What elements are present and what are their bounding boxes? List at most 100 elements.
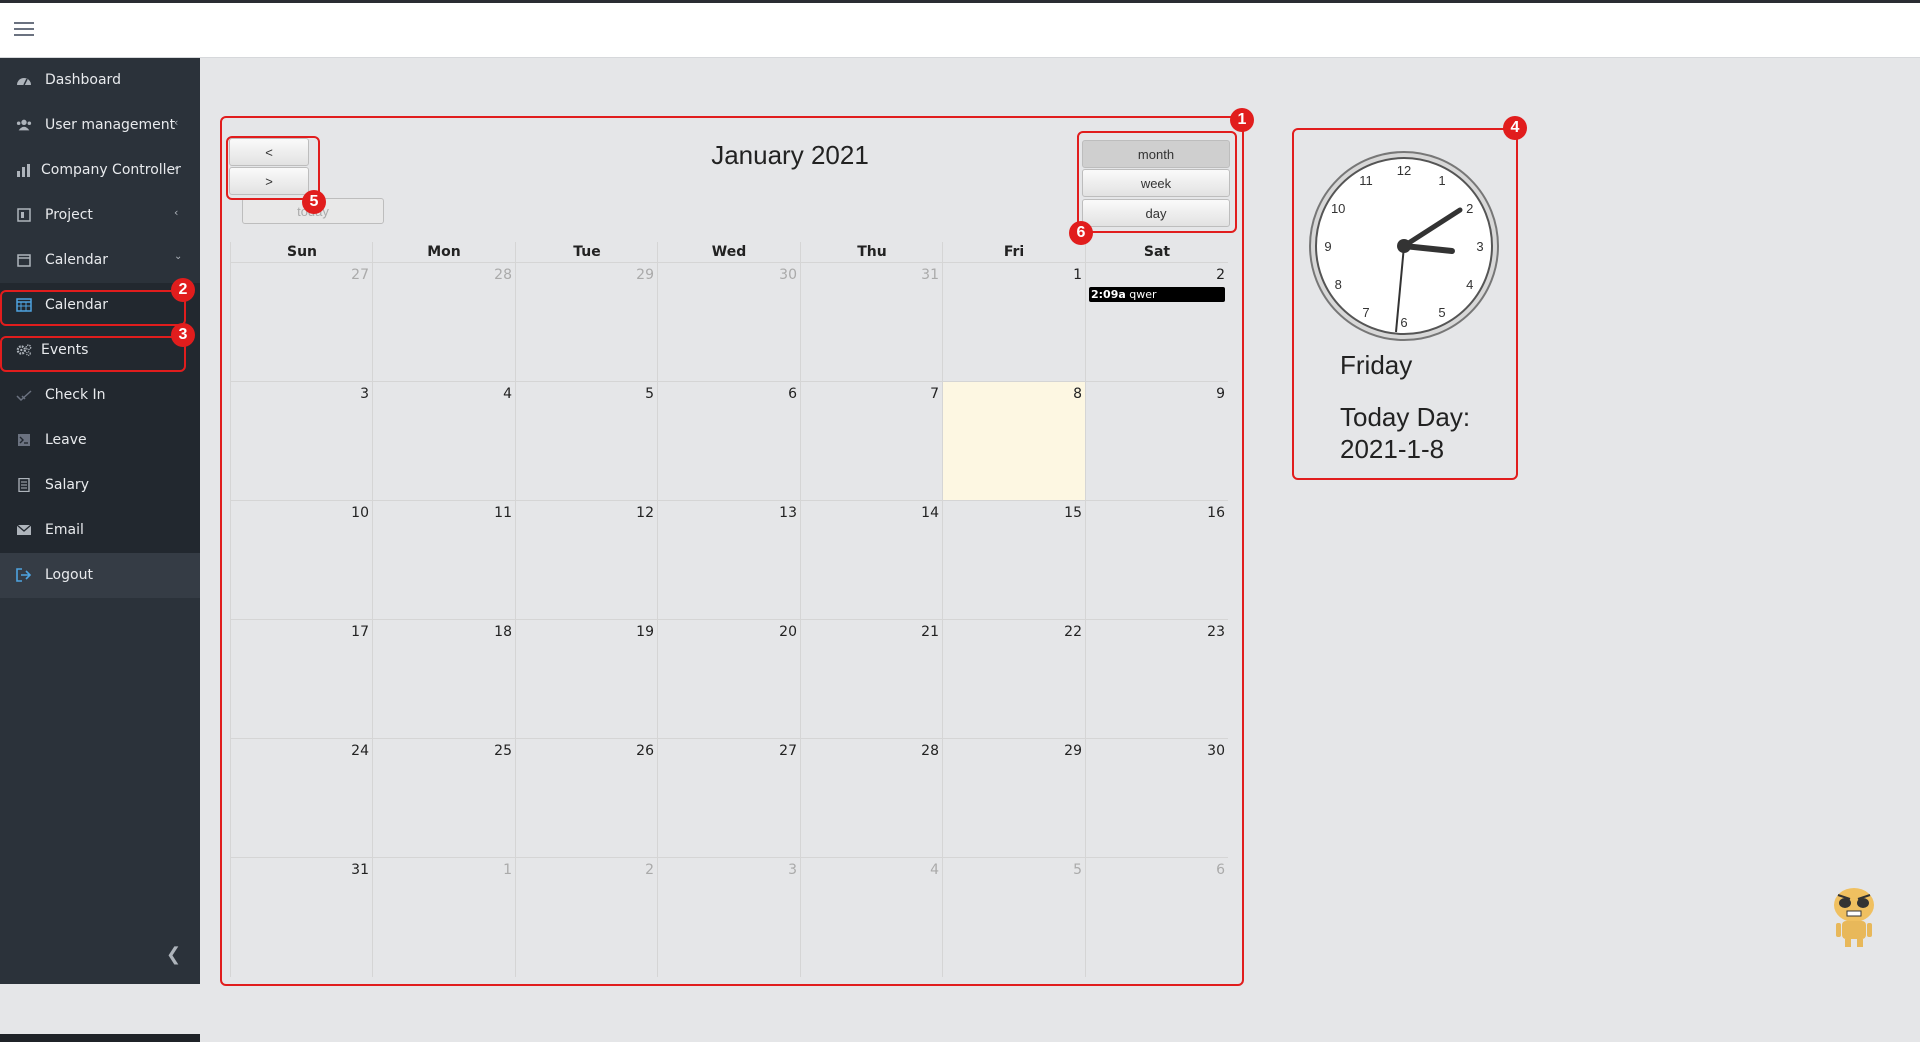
sidebar-footer-strip — [0, 1034, 200, 1042]
day-cell[interactable]: 2 2:09a qwer — [1085, 263, 1229, 382]
day-cell[interactable]: 10 — [230, 501, 373, 620]
day-cell[interactable]: 13 — [657, 501, 801, 620]
day-cell[interactable]: 18 — [372, 620, 516, 739]
sidebar-item-project[interactable]: Project ‹ — [0, 193, 200, 238]
day-cell[interactable]: 14 — [800, 501, 943, 620]
sidebar-item-company-controller[interactable]: Company Controller ‹ — [0, 148, 200, 193]
day-cell[interactable]: 8 — [942, 382, 1086, 501]
annotation-badge: 6 — [1069, 221, 1093, 245]
day-cell[interactable]: 30 — [1085, 739, 1229, 858]
day-header-wed: Wed — [657, 242, 800, 262]
day-number: 21 — [921, 624, 939, 640]
sidebar-item-label: Salary — [45, 477, 89, 493]
day-number: 27 — [779, 743, 797, 759]
sidebar-item-label: Dashboard — [45, 72, 121, 88]
day-cell[interactable]: 16 — [1085, 501, 1229, 620]
day-cell[interactable]: 29 — [942, 739, 1086, 858]
day-cell[interactable]: 24 — [230, 739, 373, 858]
calendar-icon — [16, 253, 32, 267]
day-number: 28 — [921, 743, 939, 759]
day-cell[interactable]: 15 — [942, 501, 1086, 620]
day-cell[interactable]: 4 — [800, 858, 943, 977]
check-icon — [16, 388, 32, 402]
day-cell[interactable]: 7 — [800, 382, 943, 501]
sidebar-item-check-in[interactable]: Check In — [0, 373, 200, 418]
day-number: 1 — [1073, 267, 1082, 283]
prev-month-button[interactable]: < — [229, 138, 309, 166]
day-cell[interactable]: 1 — [372, 858, 516, 977]
day-cell[interactable]: 29 — [515, 263, 658, 382]
day-cell[interactable]: 30 — [657, 263, 801, 382]
day-number: 6 — [788, 386, 797, 402]
day-number: 9 — [1216, 386, 1225, 402]
chevron-left-icon[interactable]: ❮ — [166, 944, 181, 965]
day-cell[interactable]: 19 — [515, 620, 658, 739]
day-cell[interactable]: 27 — [230, 263, 373, 382]
sidebar-item-label: Calendar — [45, 297, 108, 313]
users-icon — [16, 118, 32, 132]
mascot-bot-icon[interactable] — [1830, 885, 1878, 947]
day-cell[interactable]: 28 — [372, 263, 516, 382]
day-cell[interactable]: 3 — [657, 858, 801, 977]
day-number: 5 — [645, 386, 654, 402]
clock-day-name: Friday — [1340, 350, 1413, 380]
calendar-event[interactable]: 2:09a qwer — [1089, 287, 1225, 302]
sidebar-item-label: Calendar — [45, 252, 108, 268]
day-cell[interactable]: 27 — [657, 739, 801, 858]
day-cell[interactable]: 22 — [942, 620, 1086, 739]
view-day-button[interactable]: day — [1082, 199, 1230, 227]
hamburger-menu-icon[interactable] — [14, 22, 36, 38]
sidebar-item-email[interactable]: Email — [0, 508, 200, 553]
day-cell[interactable]: 4 — [372, 382, 516, 501]
project-icon — [16, 208, 32, 222]
clock-number: 3 — [1476, 239, 1483, 254]
sidebar-item-calendar[interactable]: Calendar — [0, 283, 200, 328]
day-cell[interactable]: 5 — [942, 858, 1086, 977]
sidebar-item-label: Email — [45, 522, 84, 538]
sidebar-item-events[interactable]: Events — [0, 328, 200, 373]
day-header-sat: Sat — [1085, 242, 1228, 262]
sidebar-item-calendar-group[interactable]: Calendar ⌄ — [0, 238, 200, 283]
clock-number: 1 — [1438, 173, 1445, 188]
day-cell[interactable]: 11 — [372, 501, 516, 620]
today-label: Today Day: — [1340, 402, 1471, 432]
day-cell[interactable]: 9 — [1085, 382, 1229, 501]
day-cell[interactable]: 20 — [657, 620, 801, 739]
day-number: 7 — [930, 386, 939, 402]
day-cell[interactable]: 31 — [230, 858, 373, 977]
day-cell[interactable]: 6 — [1085, 858, 1229, 977]
chart-icon — [16, 163, 32, 177]
today-value: 2021-1-8 — [1340, 434, 1445, 464]
week-row: 17 18 19 20 21 22 23 — [230, 619, 1228, 739]
day-number: 12 — [636, 505, 654, 521]
clock-number: 5 — [1438, 305, 1445, 320]
day-cell[interactable]: 5 — [515, 382, 658, 501]
day-cell[interactable]: 6 — [657, 382, 801, 501]
day-cell[interactable]: 2 — [515, 858, 658, 977]
day-cell[interactable]: 23 — [1085, 620, 1229, 739]
day-cell[interactable]: 12 — [515, 501, 658, 620]
day-number: 17 — [351, 624, 369, 640]
day-number: 10 — [351, 505, 369, 521]
day-cell[interactable]: 25 — [372, 739, 516, 858]
day-number: 3 — [788, 862, 797, 878]
clock-number: 4 — [1466, 277, 1473, 292]
day-cell[interactable]: 17 — [230, 620, 373, 739]
calendar-month-grid: Sun Mon Tue Wed Thu Fri Sat 27 28 29 30 31 1 2… — [230, 242, 1228, 982]
day-cell[interactable]: 26 — [515, 739, 658, 858]
day-cell[interactable]: 28 — [800, 739, 943, 858]
sidebar-item-user-management[interactable]: User management ‹ — [0, 103, 200, 148]
view-month-button[interactable]: month — [1082, 140, 1230, 168]
sidebar-item-label: Leave — [45, 432, 87, 448]
calendar-grid-icon — [16, 298, 32, 312]
day-cell[interactable]: 21 — [800, 620, 943, 739]
sidebar-item-dashboard[interactable]: Dashboard — [0, 58, 200, 103]
day-cell[interactable]: 1 — [942, 263, 1086, 382]
day-cell[interactable]: 3 — [230, 382, 373, 501]
next-month-button[interactable]: > — [229, 167, 309, 195]
sidebar-item-salary[interactable]: Salary — [0, 463, 200, 508]
sidebar-item-leave[interactable]: Leave — [0, 418, 200, 463]
view-week-button[interactable]: week — [1082, 169, 1230, 197]
sidebar-item-logout[interactable]: Logout — [0, 553, 200, 598]
day-cell[interactable]: 31 — [800, 263, 943, 382]
